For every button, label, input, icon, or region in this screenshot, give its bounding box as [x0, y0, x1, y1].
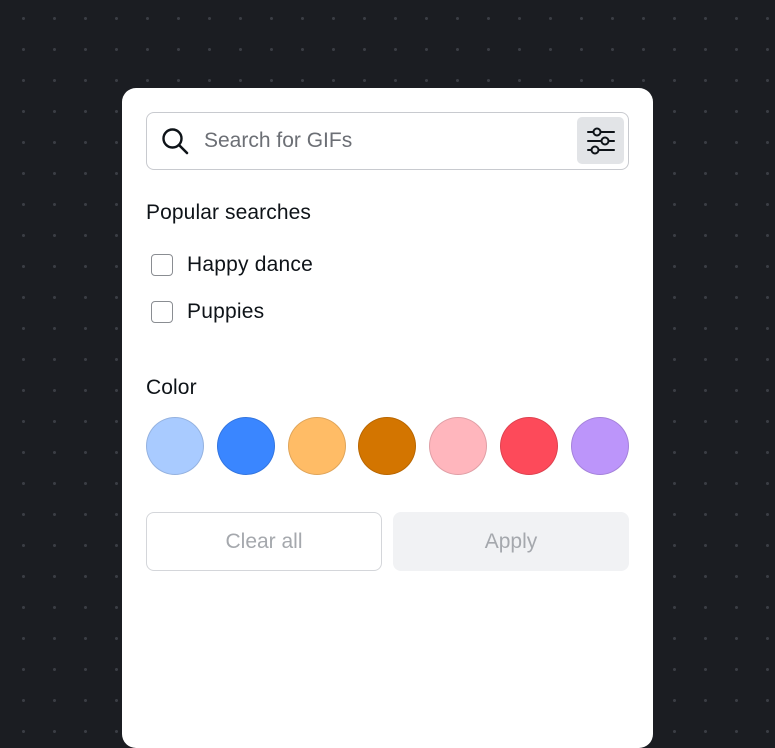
checkbox-label: Happy dance: [187, 253, 313, 276]
popular-searches-title: Popular searches: [146, 201, 312, 224]
clear-all-button[interactable]: Clear all: [146, 512, 382, 571]
search-box: [146, 112, 629, 170]
popular-item-puppies[interactable]: Puppies: [151, 300, 264, 324]
color-swatch[interactable]: [358, 417, 417, 475]
search-input[interactable]: [204, 113, 564, 168]
popular-item-happy-dance[interactable]: Happy dance: [151, 253, 313, 277]
apply-button[interactable]: Apply: [393, 512, 629, 571]
gif-filter-panel: Popular searches Happy dance Puppies Col…: [122, 88, 653, 748]
checkbox-label: Puppies: [187, 300, 265, 323]
search-icon: [162, 128, 189, 155]
color-swatch[interactable]: [287, 417, 346, 475]
color-swatch[interactable]: [429, 417, 488, 475]
color-swatch[interactable]: [216, 417, 275, 475]
sliders-icon: [586, 127, 615, 154]
color-swatch[interactable]: [146, 417, 204, 475]
color-swatch[interactable]: [570, 417, 629, 475]
color-title: Color: [146, 376, 197, 399]
color-swatch[interactable]: [500, 417, 558, 475]
checkbox[interactable]: [151, 254, 173, 276]
checkbox[interactable]: [151, 301, 173, 323]
color-swatches: [146, 417, 629, 476]
filter-button[interactable]: [577, 117, 624, 164]
